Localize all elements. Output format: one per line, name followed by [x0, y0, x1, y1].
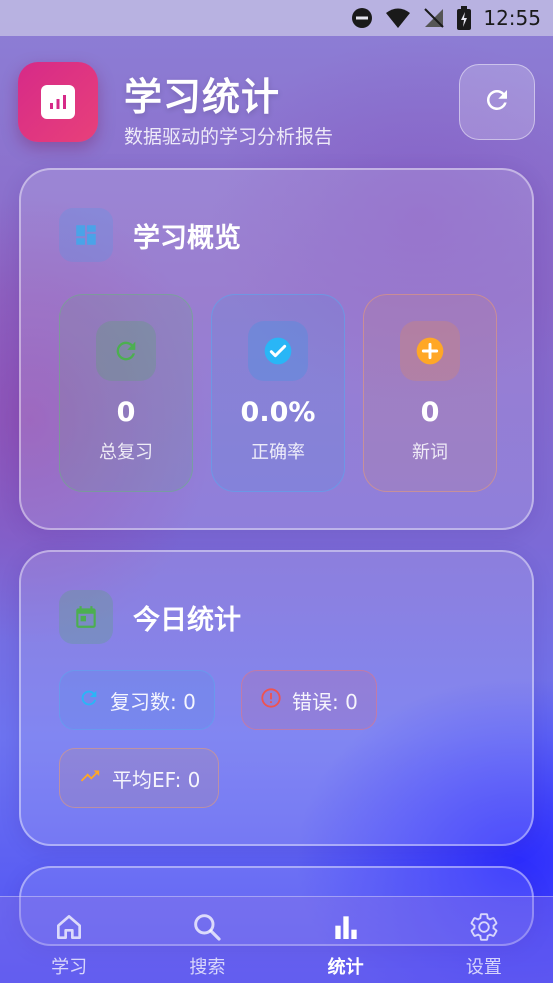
bar-chart-icon: [41, 85, 75, 119]
calendar-icon: [59, 590, 113, 644]
stat-value: 0.0%: [240, 397, 316, 428]
nav-item-statistics[interactable]: 统计: [277, 897, 415, 983]
stat-value: 0: [420, 397, 440, 428]
page-header: 学习统计 数据驱动的学习分析报告: [18, 62, 535, 152]
search-icon: [191, 911, 223, 947]
today-title: 今日统计: [133, 604, 241, 636]
app-logo: [18, 62, 98, 142]
home-icon: [53, 911, 85, 947]
wifi-icon: [385, 7, 411, 29]
status-bar: 12:55: [0, 0, 553, 36]
stat-accuracy: 0.0% 正确率: [211, 294, 345, 492]
bottom-navigation: 学习 搜索 统计 设置: [0, 896, 553, 983]
battery-charging-icon: [457, 6, 472, 30]
stat-value: 0: [116, 397, 136, 428]
stat-label: 新词: [412, 442, 448, 463]
today-header: 今日统计: [59, 590, 241, 644]
chip-average-ef: 平均EF: 0: [59, 748, 220, 808]
nav-label: 统计: [327, 957, 364, 978]
nav-label: 学习: [51, 957, 88, 978]
refresh-icon: [482, 85, 512, 119]
check-circle-icon: [248, 321, 308, 381]
nav-label: 搜索: [189, 957, 226, 978]
stat-new-words: 0 新词: [363, 294, 497, 492]
no-signal-icon: [423, 7, 445, 29]
today-card: 今日统计 复习数: 0 错误: 0 平均EF: 0: [19, 550, 534, 846]
stat-label: 总复习: [99, 442, 153, 463]
chip-label: 平均EF: 0: [112, 767, 201, 792]
refresh-icon: [78, 687, 100, 713]
stat-label: 正确率: [251, 442, 305, 463]
overview-title: 学习概览: [133, 222, 241, 254]
nav-item-search[interactable]: 搜索: [138, 897, 276, 983]
bar-chart-icon: [330, 911, 362, 947]
stat-total-reviews: 0 总复习: [59, 294, 193, 492]
chip-label: 复习数: 0: [110, 689, 196, 714]
chip-errors: 错误: 0: [241, 670, 377, 730]
page-title: 学习统计: [124, 75, 281, 119]
refresh-icon: [96, 321, 156, 381]
gear-icon: [468, 911, 500, 947]
nav-item-settings[interactable]: 设置: [415, 897, 553, 983]
nav-label: 设置: [465, 957, 502, 978]
chip-label: 错误: 0: [292, 689, 358, 714]
refresh-button[interactable]: [459, 64, 535, 140]
trending-up-icon: [78, 765, 102, 791]
page-subtitle: 数据驱动的学习分析报告: [124, 126, 334, 148]
clock: 12:55: [483, 6, 541, 30]
overview-card: 学习概览 0 总复习 0.0% 正确率 0 新词: [19, 168, 534, 530]
nav-item-learn[interactable]: 学习: [0, 897, 138, 983]
error-icon: [260, 687, 282, 713]
dashboard-icon: [59, 208, 113, 262]
do-not-disturb-icon: [351, 7, 373, 29]
add-circle-icon: [400, 321, 460, 381]
chip-review-count: 复习数: 0: [59, 670, 215, 730]
overview-header: 学习概览: [59, 208, 241, 262]
